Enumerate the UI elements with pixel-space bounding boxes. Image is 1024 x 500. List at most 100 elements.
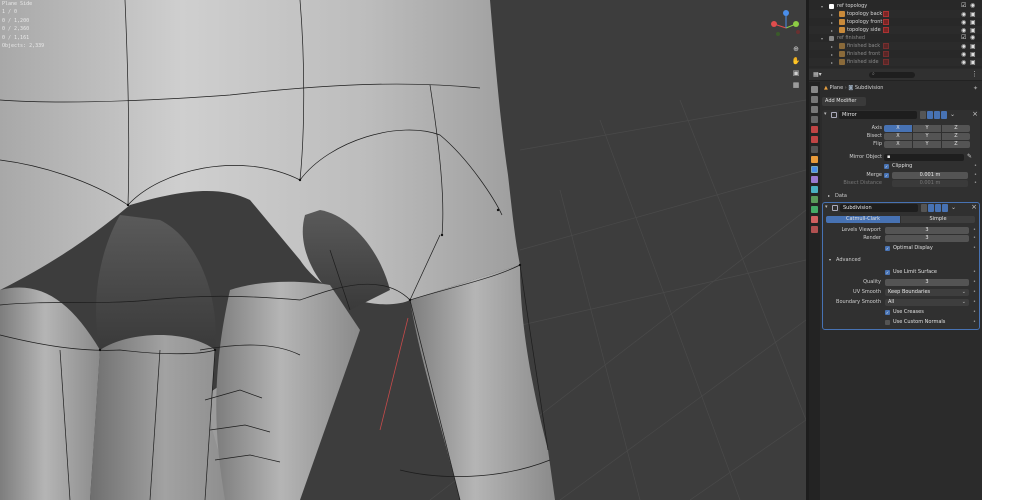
outliner-row-topology-back[interactable]: ▸ topology back ◉ ▣: [809, 10, 982, 18]
eye-icon[interactable]: ◉: [961, 51, 966, 58]
eye-icon[interactable]: ◉: [961, 11, 966, 18]
dropdown-chevron-icon[interactable]: ⌄: [951, 204, 956, 211]
dropdown-chevron-icon[interactable]: ⌄: [950, 111, 955, 118]
expand-icon[interactable]: ▸: [831, 52, 833, 57]
expand-chevron-icon[interactable]: ▸: [828, 192, 830, 200]
viewport-toggle-icon[interactable]: [935, 204, 941, 212]
boundary-smooth-dropdown[interactable]: All ⌄: [885, 298, 969, 306]
options-icon[interactable]: ⋮: [971, 70, 978, 78]
flip-z-toggle[interactable]: Z: [942, 140, 970, 148]
merge-distance-field[interactable]: 0.001 m: [892, 171, 968, 179]
animate-dot-icon[interactable]: •: [973, 234, 976, 242]
animate-dot-icon[interactable]: •: [973, 318, 976, 326]
use-limit-surface-checkbox[interactable]: ✓: [885, 269, 890, 275]
optimal-display-checkbox[interactable]: ✓: [885, 245, 890, 251]
tool-tab-icon[interactable]: [811, 86, 818, 93]
modifier-name-field[interactable]: Mirror: [839, 111, 917, 119]
subdivision-panel-header[interactable]: ▾ Subdivision ⌄ ×: [823, 203, 979, 213]
mirror-panel-header[interactable]: ▾ Mirror ⌄ ×: [822, 110, 980, 120]
texture-tab-icon[interactable]: [811, 226, 818, 233]
quality-field[interactable]: 3: [885, 278, 969, 286]
constraints-tab-icon[interactable]: [811, 196, 818, 203]
animate-dot-icon[interactable]: •: [973, 298, 976, 306]
expand-icon[interactable]: ▾: [821, 36, 823, 41]
expand-icon[interactable]: ▸: [831, 60, 833, 65]
expand-icon[interactable]: ▾: [821, 4, 823, 9]
zoom-icon[interactable]: ⊕: [791, 44, 801, 54]
flip-y-toggle[interactable]: Y: [913, 140, 941, 148]
animate-dot-icon[interactable]: •: [973, 288, 976, 296]
expand-icon[interactable]: ▸: [831, 28, 833, 33]
viewport-toggle-icon[interactable]: [934, 111, 940, 119]
camera-icon[interactable]: ▣: [970, 51, 976, 58]
camera-icon[interactable]: ◉: [970, 34, 975, 41]
bisect-z-toggle[interactable]: Z: [942, 132, 970, 140]
eye-icon[interactable]: ◉: [961, 19, 966, 26]
animate-dot-icon[interactable]: •: [973, 268, 976, 276]
axis-z-toggle[interactable]: Z: [942, 124, 970, 132]
edit-mode-toggle-icon[interactable]: [920, 111, 926, 119]
modifier-name-field[interactable]: Subdivision: [840, 204, 918, 212]
edit-mode-toggle-icon[interactable]: [921, 204, 927, 212]
outliner-row-ref-finished[interactable]: ▾ ref finished ☑ ◉: [809, 34, 982, 42]
animate-dot-icon[interactable]: •: [973, 226, 976, 234]
camera-icon[interactable]: ◉: [970, 2, 975, 9]
navigation-gizmo[interactable]: [766, 8, 806, 48]
editor-type-icon[interactable]: ▦▾: [813, 71, 822, 78]
physics-tab-icon[interactable]: [811, 186, 818, 193]
modifier-tab-icon[interactable]: [811, 166, 818, 173]
axis-x-toggle[interactable]: X: [884, 124, 912, 132]
eye-icon[interactable]: ◉: [961, 59, 966, 66]
outliner-row-finished-side[interactable]: ▸ finished side ◉ ▣: [809, 58, 982, 66]
expand-icon[interactable]: ▸: [831, 44, 833, 49]
data-subpanel-header[interactable]: ▸ Data: [822, 192, 980, 200]
outliner-row-ref-topology[interactable]: ▾ ref topology ☑ ◉: [809, 2, 982, 10]
camera-icon[interactable]: ▣: [970, 11, 976, 18]
collapse-chevron-icon[interactable]: ▾: [824, 111, 827, 117]
use-custom-normals-checkbox[interactable]: [885, 319, 890, 325]
camera-icon[interactable]: ▣: [970, 43, 976, 50]
grid-icon[interactable]: ▦: [791, 80, 801, 90]
clipping-checkbox[interactable]: ✓: [884, 163, 889, 169]
eye-icon[interactable]: ◉: [961, 43, 966, 50]
camera-icon[interactable]: ▣: [970, 19, 976, 26]
animate-dot-icon[interactable]: •: [974, 171, 977, 179]
collapse-chevron-icon[interactable]: ▾: [825, 204, 828, 210]
uv-smooth-dropdown[interactable]: Keep Boundaries ⌄: [885, 288, 969, 296]
catmull-clark-tab[interactable]: Catmull-Clark: [826, 215, 900, 223]
pin-icon[interactable]: ✦: [973, 85, 978, 92]
material-tab-icon[interactable]: [811, 216, 818, 223]
add-modifier-button[interactable]: Add Modifier: [822, 97, 866, 106]
expand-icon[interactable]: ▸: [831, 12, 833, 17]
flip-x-toggle[interactable]: X: [884, 140, 912, 148]
on-cage-toggle-icon[interactable]: [928, 204, 934, 212]
animate-dot-icon[interactable]: •: [973, 308, 976, 316]
animate-dot-icon[interactable]: •: [974, 162, 977, 170]
scene-tab-icon[interactable]: [811, 126, 818, 133]
use-creases-checkbox[interactable]: ✓: [885, 309, 890, 315]
advanced-subpanel-header[interactable]: ▾ Advanced: [823, 256, 979, 264]
collapse-chevron-icon[interactable]: ▾: [829, 256, 831, 264]
render-toggle-icon[interactable]: [942, 204, 948, 212]
eyedropper-icon[interactable]: ✎: [967, 153, 972, 161]
properties-search[interactable]: ⌕: [869, 71, 915, 78]
remove-modifier-icon[interactable]: ×: [972, 110, 978, 118]
camera-icon[interactable]: ▣: [970, 59, 976, 66]
render-tab-icon[interactable]: [811, 96, 818, 103]
render-toggle-icon[interactable]: [941, 111, 947, 119]
outliner-row-topology-side[interactable]: ▸ topology side ◉ ▣: [809, 26, 982, 34]
animate-dot-icon[interactable]: •: [974, 179, 977, 187]
object-tab-icon[interactable]: [811, 156, 818, 163]
eye-icon[interactable]: ◉: [961, 27, 966, 34]
bisect-y-toggle[interactable]: Y: [913, 132, 941, 140]
animate-dot-icon[interactable]: •: [973, 278, 976, 286]
data-tab-icon[interactable]: [811, 206, 818, 213]
simple-tab[interactable]: Simple: [901, 215, 975, 223]
remove-modifier-icon[interactable]: ×: [971, 203, 977, 211]
particles-tab-icon[interactable]: [811, 176, 818, 183]
levels-viewport-field[interactable]: 3: [885, 226, 969, 234]
view-layer-tab-icon[interactable]: [811, 116, 818, 123]
render-levels-field[interactable]: 3: [885, 234, 969, 242]
axis-y-toggle[interactable]: Y: [913, 124, 941, 132]
pan-icon[interactable]: ✋: [791, 56, 801, 66]
